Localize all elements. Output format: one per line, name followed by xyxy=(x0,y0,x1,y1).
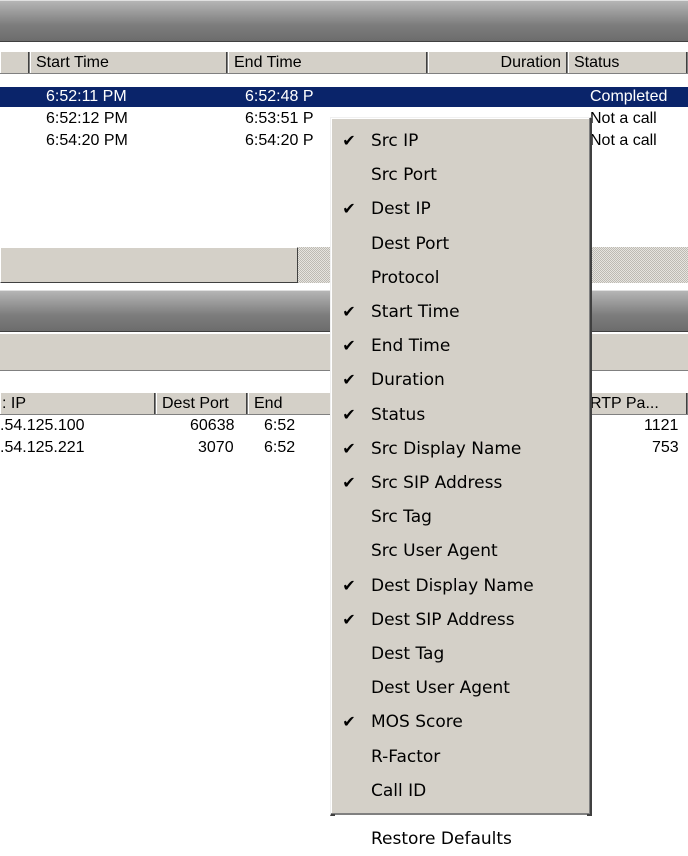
menu-item-dest-user-agent[interactable]: Dest User Agent xyxy=(333,671,589,705)
checkmark-icon: ✔ xyxy=(342,302,356,321)
menu-item-label: Dest Tag xyxy=(371,644,445,664)
restore-defaults-menu-item[interactable]: Restore Defaults xyxy=(333,822,589,856)
checkmark-icon: ✔ xyxy=(342,199,356,219)
menu-item-label: Src Port xyxy=(371,165,437,186)
menu-item-src-sip-address[interactable]: ✔ Src SIP Address xyxy=(333,466,589,500)
dest-port-cell: 60638 xyxy=(190,417,235,434)
column-header-dest-port[interactable]: Dest Port xyxy=(156,393,248,414)
checkmark-icon: ✔ xyxy=(342,473,356,492)
end-time-cell: 6:53:51 P xyxy=(245,110,314,127)
menu-item-label: Status xyxy=(371,404,426,425)
dest-port-cell: 3070 xyxy=(198,439,234,456)
end-cell: 6:52 xyxy=(264,417,296,434)
menu-item-label: Restore Defaults xyxy=(371,829,512,849)
menu-item-src-tag[interactable]: Src Tag xyxy=(333,500,589,534)
status-cell: Not a call xyxy=(590,132,657,149)
column-header-status[interactable]: Status xyxy=(568,52,688,73)
menu-item-label: Src User Agent xyxy=(371,541,498,562)
scrollbar-thumb[interactable] xyxy=(0,247,298,283)
checkmark-icon: ✔ xyxy=(342,336,356,356)
rtp-packets-cell: 1121 xyxy=(644,417,679,434)
menu-item-src-port[interactable]: Src Port xyxy=(333,158,589,192)
column-header-end-time[interactable]: End Time xyxy=(228,52,428,73)
menu-item-call-id[interactable]: Call ID xyxy=(333,774,589,808)
column-header-duration[interactable]: Duration xyxy=(428,52,568,73)
checkmark-icon: ✔ xyxy=(342,438,356,458)
menu-item-label: Src Display Name xyxy=(371,438,522,459)
menu-item-label: Dest Port xyxy=(371,233,450,254)
menu-item-label: Src SIP Address xyxy=(371,473,503,493)
checkmark-icon: ✔ xyxy=(342,404,356,424)
menu-item-label: Start Time xyxy=(371,302,460,322)
menu-item-src-user-agent[interactable]: Src User Agent xyxy=(333,534,589,568)
menu-item-label: Protocol xyxy=(371,267,440,288)
menu-item-label: Call ID xyxy=(371,780,427,801)
status-cell: Not a call xyxy=(590,110,657,127)
menu-item-protocol[interactable]: Protocol xyxy=(333,261,589,295)
menu-item-dest-tag[interactable]: Dest Tag xyxy=(333,637,589,671)
rtp-packets-cell: 753 xyxy=(652,439,679,456)
end-time-cell: 6:54:20 P xyxy=(245,132,314,149)
start-time-cell: 6:54:20 PM xyxy=(46,132,128,149)
menu-item-dest-ip[interactable]: ✔ Dest IP xyxy=(333,192,589,226)
start-time-cell: 6:52:12 PM xyxy=(46,110,128,127)
menu-separator xyxy=(335,814,587,816)
table-row[interactable]: 6:52:11 PM 6:52:48 P Completed xyxy=(0,87,688,107)
menu-item-dest-display-name[interactable]: ✔ Dest Display Name xyxy=(333,569,589,603)
menu-item-start-time[interactable]: ✔ Start Time xyxy=(333,295,589,329)
status-cell: Completed xyxy=(590,88,668,105)
checkmark-icon: ✔ xyxy=(342,370,356,390)
menu-item-label: Dest User Agent xyxy=(371,678,510,699)
menu-item-mos-score[interactable]: ✔ MOS Score xyxy=(333,705,589,739)
menu-item-label: End Time xyxy=(371,336,451,357)
menu-item-src-display-name[interactable]: ✔ Src Display Name xyxy=(333,432,589,466)
dest-ip-cell: .54.125.221 xyxy=(0,439,85,456)
checkmark-icon: ✔ xyxy=(342,575,356,595)
menu-item-label: MOS Score xyxy=(371,712,463,733)
menu-item-label: Src IP xyxy=(371,131,419,151)
column-header-src[interactable] xyxy=(0,52,30,73)
menu-item-src-ip[interactable]: ✔ Src IP xyxy=(333,124,589,158)
column-chooser-context-menu: ✔ Src IP Src Port ✔ Dest IP Dest Port Protocol… xyxy=(330,117,592,849)
menu-item-label: Dest IP xyxy=(371,199,431,220)
menu-item-label: Dest SIP Address xyxy=(371,609,515,630)
dest-ip-cell: .54.125.100 xyxy=(0,417,85,434)
menu-item-label: R-Factor xyxy=(371,746,441,767)
menu-item-dest-sip-address[interactable]: ✔ Dest SIP Address xyxy=(333,603,589,637)
menu-item-end-time[interactable]: ✔ End Time xyxy=(333,329,589,363)
checkmark-icon: ✔ xyxy=(342,712,356,732)
menu-item-label: Duration xyxy=(371,370,445,391)
column-header-dest-ip[interactable]: : IP xyxy=(0,393,156,414)
menu-item-status[interactable]: ✔ Status xyxy=(333,398,589,432)
start-time-cell: 6:52:11 PM xyxy=(46,88,127,105)
end-time-cell: 6:52:48 P xyxy=(245,88,314,105)
column-header-start-time[interactable]: Start Time xyxy=(30,52,228,73)
menu-item-label: Dest Display Name xyxy=(371,575,534,596)
top-table-header: Start Time End Time Duration Status xyxy=(0,51,688,74)
menu-item-label: Src Tag xyxy=(371,507,432,528)
checkmark-icon: ✔ xyxy=(342,609,356,629)
checkmark-icon: ✔ xyxy=(342,131,356,150)
end-cell: 6:52 xyxy=(264,439,296,456)
top-panel-titlebar xyxy=(0,0,688,42)
menu-item-r-factor[interactable]: R-Factor xyxy=(333,740,589,774)
menu-item-duration[interactable]: ✔ Duration xyxy=(333,363,589,397)
menu-item-dest-port[interactable]: Dest Port xyxy=(333,227,589,261)
